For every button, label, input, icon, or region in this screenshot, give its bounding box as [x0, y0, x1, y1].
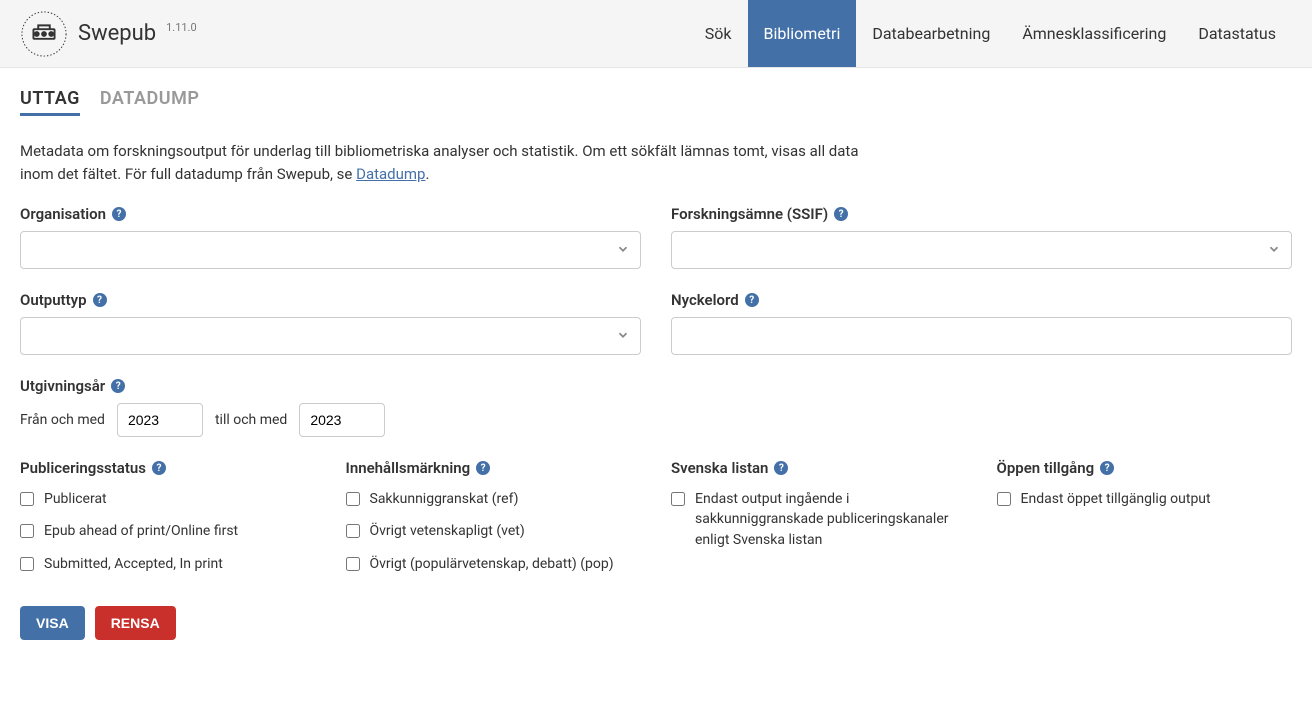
kb-logo	[20, 10, 68, 58]
tabs: UTTAG DATADUMP	[20, 88, 1292, 116]
check-svenska-listan[interactable]: Endast output ingående i sakkunniggransk…	[671, 489, 967, 550]
outputtyp-label: Outputtyp	[20, 291, 87, 309]
help-icon[interactable]: ?	[1100, 461, 1114, 475]
help-icon[interactable]: ?	[774, 461, 788, 475]
visa-button[interactable]: VISA	[20, 606, 85, 640]
year-to-input[interactable]	[299, 403, 385, 437]
check-label: Övrigt (populärvetenskap, debatt) (pop)	[370, 554, 614, 574]
ssif-select[interactable]	[671, 231, 1292, 269]
description-text-after: .	[425, 165, 429, 183]
check-label: Sakkunniggranskat (ref)	[370, 489, 519, 509]
help-icon[interactable]: ?	[745, 293, 759, 307]
main: UTTAG DATADUMP Metadata om forskningsout…	[0, 68, 1312, 660]
check-label: Endast output ingående i sakkunniggransk…	[695, 489, 967, 550]
chevron-down-icon	[1267, 241, 1281, 260]
rensa-button[interactable]: RENSA	[95, 606, 176, 640]
tab-uttag[interactable]: UTTAG	[20, 88, 80, 116]
nav-datastatus[interactable]: Datastatus	[1182, 0, 1292, 67]
check-vet[interactable]: Övrigt vetenskapligt (vet)	[346, 521, 642, 541]
outputtyp-select[interactable]	[20, 317, 641, 355]
tab-datadump[interactable]: DATADUMP	[100, 88, 200, 116]
year-to-label: till och med	[215, 412, 287, 428]
nav-sok[interactable]: Sök	[689, 0, 748, 67]
nav-bibliometri[interactable]: Bibliometri	[748, 0, 857, 67]
checkbox-svenska-listan[interactable]	[671, 492, 685, 506]
ssif-label: Forskningsämne (SSIF)	[671, 205, 828, 223]
help-icon[interactable]: ?	[111, 379, 125, 393]
chevron-down-icon	[616, 327, 630, 346]
year-from-input[interactable]	[117, 403, 203, 437]
check-label: Epub ahead of print/Online first	[44, 521, 238, 541]
oppen-tillgang-label: Öppen tillgång	[997, 459, 1095, 477]
check-epub[interactable]: Epub ahead of print/Online first	[20, 521, 316, 541]
organisation-select[interactable]	[20, 231, 641, 269]
nav-amnesklassificering[interactable]: Ämnesklassificering	[1006, 0, 1182, 67]
header-left: Swepub 1.11.0	[20, 10, 197, 58]
version: 1.11.0	[166, 21, 197, 34]
svenska-listan-label: Svenska listan	[671, 459, 768, 477]
check-ref[interactable]: Sakkunniggranskat (ref)	[346, 489, 642, 509]
nav-databearbetning[interactable]: Databearbetning	[856, 0, 1006, 67]
check-submitted[interactable]: Submitted, Accepted, In print	[20, 554, 316, 574]
year-from-label: Från och med	[20, 412, 105, 428]
help-icon[interactable]: ?	[152, 461, 166, 475]
check-label: Submitted, Accepted, In print	[44, 554, 223, 574]
help-icon[interactable]: ?	[93, 293, 107, 307]
checkbox-publicerat[interactable]	[20, 492, 34, 506]
publiceringsstatus-label: Publiceringsstatus	[20, 459, 146, 477]
check-oppen-tillgang[interactable]: Endast öppet tillgänglig output	[997, 489, 1293, 509]
checkbox-ref[interactable]	[346, 492, 360, 506]
chevron-down-icon	[616, 241, 630, 260]
description: Metadata om forskningsoutput för underla…	[20, 140, 870, 185]
nyckelord-input[interactable]	[671, 317, 1292, 355]
check-label: Endast öppet tillgänglig output	[1021, 489, 1211, 509]
help-icon[interactable]: ?	[834, 207, 848, 221]
checkbox-submitted[interactable]	[20, 557, 34, 571]
nyckelord-label: Nyckelord	[671, 291, 739, 309]
check-publicerat[interactable]: Publicerat	[20, 489, 316, 509]
buttons-row: VISA RENSA	[20, 606, 1292, 640]
check-pop[interactable]: Övrigt (populärvetenskap, debatt) (pop)	[346, 554, 642, 574]
datadump-link[interactable]: Datadump	[356, 165, 425, 183]
checkbox-vet[interactable]	[346, 524, 360, 538]
utgivningsar-label: Utgivningsår	[20, 377, 105, 395]
innehallsmarkning-label: Innehållsmärkning	[346, 459, 471, 477]
help-icon[interactable]: ?	[476, 461, 490, 475]
brand-name: Swepub	[78, 21, 156, 46]
organisation-label: Organisation	[20, 205, 106, 223]
checkbox-oppen-tillgang[interactable]	[997, 492, 1011, 506]
checkbox-epub[interactable]	[20, 524, 34, 538]
description-text-before: Metadata om forskningsoutput för underla…	[20, 142, 859, 183]
check-label: Övrigt vetenskapligt (vet)	[370, 521, 525, 541]
year-row: Från och med till och med	[20, 403, 641, 437]
help-icon[interactable]: ?	[112, 207, 126, 221]
nav: Sök Bibliometri Databearbetning Ämneskla…	[689, 0, 1292, 67]
checkbox-pop[interactable]	[346, 557, 360, 571]
check-label: Publicerat	[44, 489, 107, 509]
header: Swepub 1.11.0 Sök Bibliometri Databearbe…	[0, 0, 1312, 68]
